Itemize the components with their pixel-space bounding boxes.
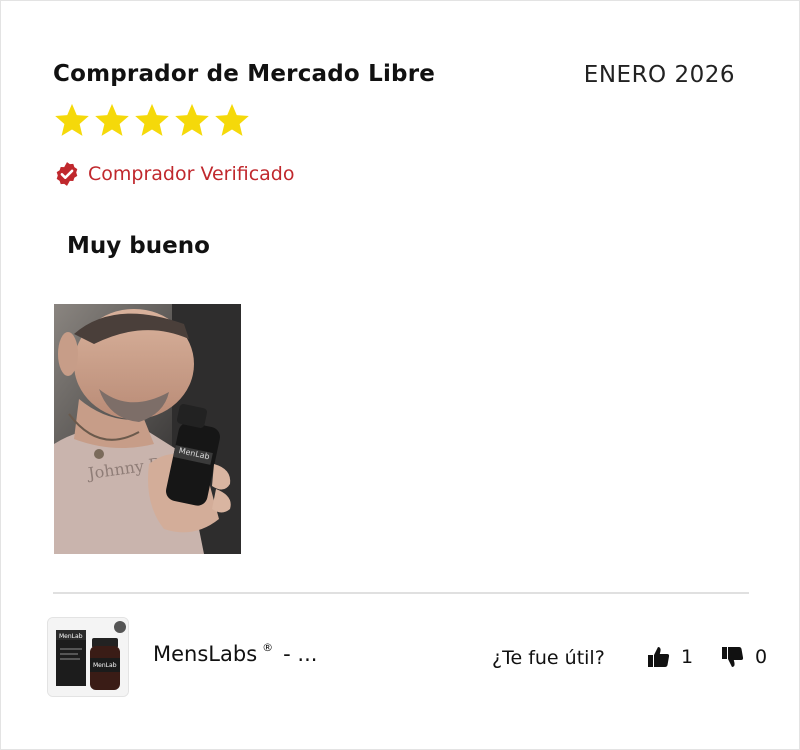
star-icon	[55, 103, 89, 136]
star-icon	[135, 103, 169, 136]
like-count: 1	[681, 646, 694, 668]
review-photo[interactable]: Johnny Bro MenLab	[54, 304, 241, 554]
reviewer-name: Comprador de Mercado Libre	[53, 61, 436, 87]
product-name-suffix: - ...	[283, 642, 318, 666]
product-thumbnail[interactable]: MenLab MenLab	[47, 617, 129, 697]
product-image: MenLab MenLab	[48, 618, 128, 696]
helpful-question: ¿Te fue útil?	[492, 647, 605, 669]
dislike-button[interactable]: 0	[721, 645, 767, 669]
product-name-text: MensLabs	[153, 642, 258, 666]
star-icon	[175, 103, 209, 136]
review-card: Comprador de Mercado Libre ENERO 2026 Co…	[0, 0, 800, 750]
thumbs-up-icon	[648, 647, 670, 667]
registered-mark: ®	[262, 641, 274, 654]
review-date: ENERO 2026	[583, 62, 735, 88]
verified-buyer-badge: Comprador Verificado	[54, 161, 295, 187]
star-icon	[215, 103, 249, 136]
box-brand: MenLab	[59, 633, 83, 640]
dislike-count: 0	[755, 646, 768, 668]
verified-label: Comprador Verificado	[88, 163, 295, 185]
like-button[interactable]: 1	[647, 645, 693, 669]
divider	[53, 592, 749, 594]
review-title: Muy bueno	[67, 233, 210, 259]
verified-check-icon	[56, 162, 78, 186]
star-rating	[53, 101, 251, 139]
product-name[interactable]: MensLabs ® - ...	[153, 641, 318, 666]
customer-photo-illustration: Johnny Bro MenLab	[54, 304, 241, 554]
star-icon	[95, 103, 129, 136]
thumbs-down-icon	[722, 647, 744, 667]
bottle-brand: MenLab	[93, 662, 117, 669]
